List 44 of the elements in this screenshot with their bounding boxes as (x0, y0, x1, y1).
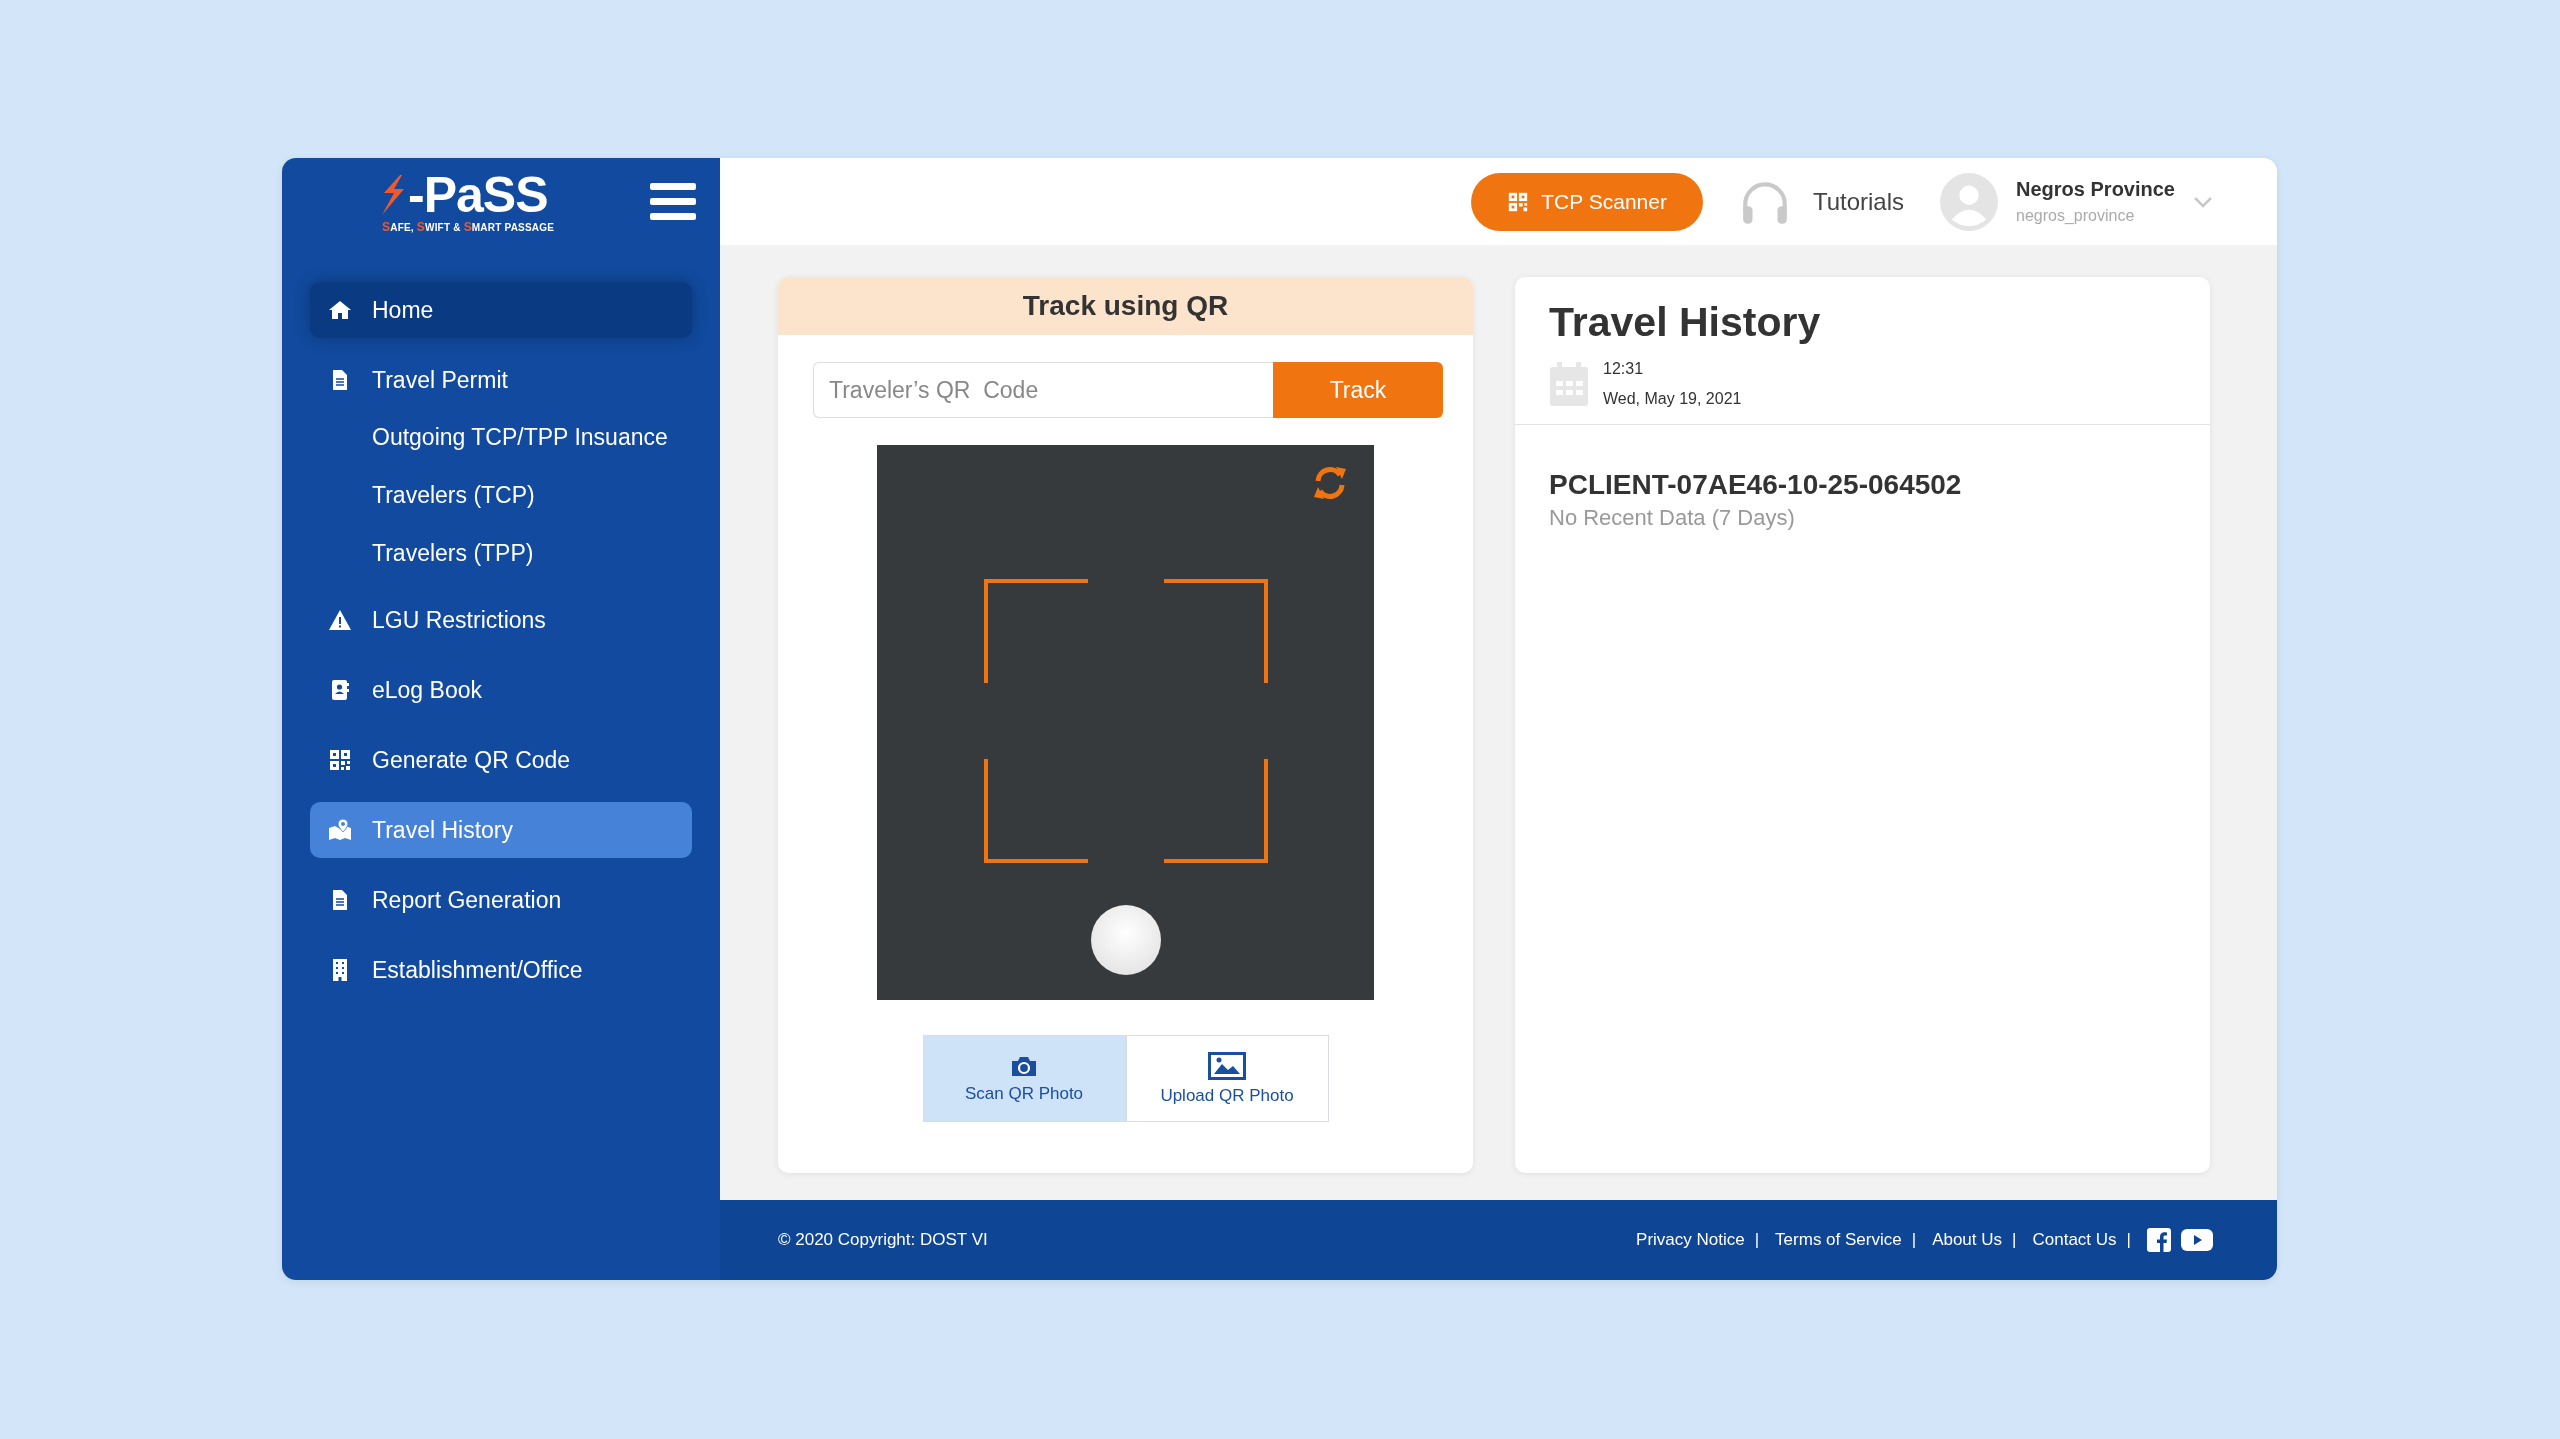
menu-icon[interactable] (650, 181, 696, 222)
facebook-icon[interactable] (2147, 1228, 2171, 1252)
calendar-icon (1549, 361, 1589, 407)
footer-link[interactable]: Contact Us (2032, 1230, 2117, 1250)
sidebar-item[interactable]: Generate QR Code (310, 732, 692, 788)
mode-toggle[interactable]: Upload QR Photo (1125, 1035, 1329, 1122)
sidebar-item[interactable]: Travelers (TPP) (310, 524, 692, 582)
sidebar-item[interactable]: Travelers (TCP) (310, 466, 692, 524)
tutorials-link[interactable]: Tutorials (1812, 187, 1905, 216)
footer-link[interactable]: Terms of Service (1775, 1230, 1902, 1250)
date-text: Wed, May 19, 2021 (1603, 390, 1742, 408)
separator-text: | (2012, 1230, 2017, 1250)
status-text: No Recent Data (7 Days) (1549, 505, 1796, 531)
sidebar-item[interactable]: Travel History (310, 802, 692, 858)
user-name: Negros Province (2016, 178, 2175, 201)
sidebar-item[interactable]: Outgoing TCP/TPP Insuance (310, 408, 692, 466)
history-title: Travel History (1549, 299, 1822, 346)
separator-text: | (1754, 1230, 1760, 1250)
footer-link[interactable]: Privacy Notice (1636, 1230, 1745, 1250)
client-id: PCLIENT-07AE46-10-25-064502 (1549, 469, 1963, 501)
sidebar-item[interactable]: Home (310, 282, 692, 338)
sidebar-item[interactable]: LGU Restrictions (310, 592, 692, 648)
sidebar-item[interactable]: Report Generation (310, 872, 692, 928)
warn-icon (328, 608, 352, 632)
username: negros_province (2016, 207, 2136, 225)
card-title: Track using QR (1022, 290, 1229, 322)
youtube-icon[interactable] (2181, 1229, 2213, 1251)
copyright-text: © 2020 Copyright: DOST VI (778, 1230, 988, 1250)
separator-text: | (2126, 1230, 2131, 1250)
separator-text: | (1911, 1230, 1917, 1250)
map-icon (328, 818, 352, 842)
time-text: 12:31 (1603, 360, 1645, 378)
mode-toggle[interactable]: Scan QR Photo (922, 1035, 1126, 1122)
sidebar-item[interactable]: Establishment/Office (310, 942, 692, 998)
logo-wordmark: -PaSS (408, 169, 548, 220)
home-icon (328, 298, 352, 322)
logo-tagline: SAFE, SWIFT & SMART PASSAGE (382, 219, 555, 234)
qr-code-icon (1507, 190, 1530, 213)
qr-icon (328, 748, 352, 772)
qr-code-input[interactable]: Traveler’s QR Code (813, 362, 1273, 418)
footer-link[interactable]: About Us (1932, 1230, 2003, 1250)
sidebar-item[interactable]: eLog Book (310, 662, 692, 718)
sidebar-item[interactable]: Travel Permit (310, 352, 692, 408)
image-icon (1208, 1051, 1246, 1080)
